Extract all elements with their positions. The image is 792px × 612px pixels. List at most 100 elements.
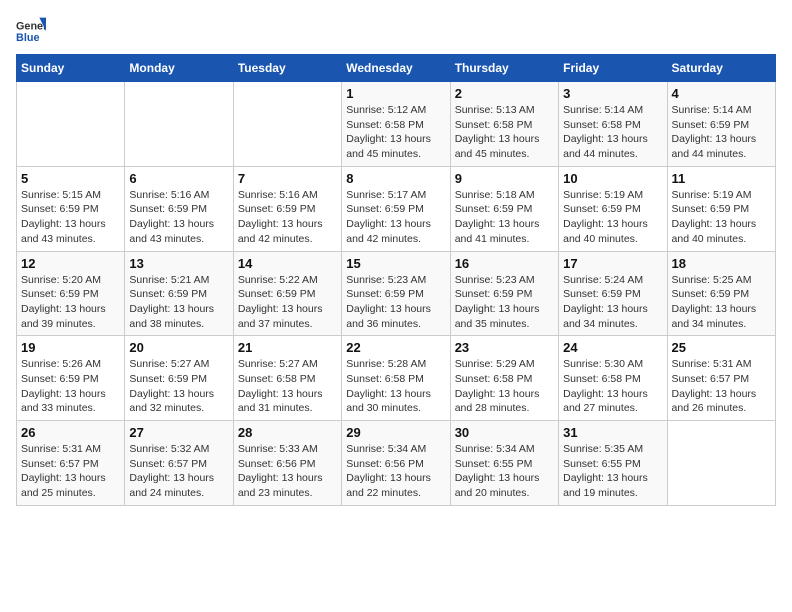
day-info: Sunrise: 5:34 AMSunset: 6:56 PMDaylight:…: [346, 442, 445, 501]
calendar-cell: 20 Sunrise: 5:27 AMSunset: 6:59 PMDayligh…: [125, 336, 233, 421]
day-number: 24: [563, 340, 662, 355]
day-info: Sunrise: 5:19 AMSunset: 6:59 PMDaylight:…: [672, 188, 771, 247]
page-header: GeneralBlue: [16, 16, 776, 46]
day-number: 11: [672, 171, 771, 186]
calendar-cell: [667, 421, 775, 506]
calendar-cell: 19Sunrise: 5:26 AMSunset: 6:59 PMDayligh…: [17, 336, 125, 421]
day-number: 31: [563, 425, 662, 440]
calendar-cell: 31 Sunrise: 5:35 AMSunset: 6:55 PMDayligh…: [559, 421, 667, 506]
calendar-cell: 23Sunrise: 5:29 AMSunset: 6:58 PMDayligh…: [450, 336, 558, 421]
day-number: 7: [238, 171, 337, 186]
day-number: 18: [672, 256, 771, 271]
weekday-header-wednesday: Wednesday: [342, 55, 450, 82]
calendar-cell: 26Sunrise: 5:31 AMSunset: 6:57 PMDayligh…: [17, 421, 125, 506]
calendar-cell: [233, 82, 341, 167]
calendar-cell: 4Sunrise: 5:14 AMSunset: 6:59 PMDaylight…: [667, 82, 775, 167]
calendar-cell: 29 Sunrise: 5:34 AMSunset: 6:56 PMDayligh…: [342, 421, 450, 506]
day-number: 8: [346, 171, 445, 186]
day-number: 5: [21, 171, 120, 186]
day-info: Sunrise: 5:21 AMSunset: 6:59 PMDaylight:…: [129, 273, 228, 332]
day-number: 27: [129, 425, 228, 440]
day-info: Sunrise: 5:20 AMSunset: 6:59 PMDaylight:…: [21, 273, 120, 332]
calendar-cell: 7 Sunrise: 5:16 AMSunset: 6:59 PMDaylight…: [233, 166, 341, 251]
calendar-cell: 21Sunrise: 5:27 AMSunset: 6:58 PMDayligh…: [233, 336, 341, 421]
calendar-cell: 28Sunrise: 5:33 AMSunset: 6:56 PMDayligh…: [233, 421, 341, 506]
calendar-cell: 16 Sunrise: 5:23 AMSunset: 6:59 PMDayligh…: [450, 251, 558, 336]
calendar-week-2: 5 Sunrise: 5:15 AMSunset: 6:59 PMDaylight…: [17, 166, 776, 251]
day-number: 30: [455, 425, 554, 440]
calendar-cell: 5 Sunrise: 5:15 AMSunset: 6:59 PMDaylight…: [17, 166, 125, 251]
day-number: 17: [563, 256, 662, 271]
weekday-header-sunday: Sunday: [17, 55, 125, 82]
weekday-header-thursday: Thursday: [450, 55, 558, 82]
day-info: Sunrise: 5:18 AMSunset: 6:59 PMDaylight:…: [455, 188, 554, 247]
calendar-week-1: 1 Sunrise: 5:12 AMSunset: 6:58 PMDaylight…: [17, 82, 776, 167]
day-info: Sunrise: 5:25 AMSunset: 6:59 PMDaylight:…: [672, 273, 771, 332]
day-number: 20: [129, 340, 228, 355]
day-info: Sunrise: 5:27 AMSunset: 6:58 PMDaylight:…: [238, 357, 337, 416]
day-number: 10: [563, 171, 662, 186]
day-info: Sunrise: 5:22 AMSunset: 6:59 PMDaylight:…: [238, 273, 337, 332]
calendar-cell: 27Sunrise: 5:32 AMSunset: 6:57 PMDayligh…: [125, 421, 233, 506]
day-number: 13: [129, 256, 228, 271]
day-info: Sunrise: 5:13 AMSunset: 6:58 PMDaylight:…: [455, 103, 554, 162]
day-number: 22: [346, 340, 445, 355]
day-info: Sunrise: 5:24 AMSunset: 6:59 PMDaylight:…: [563, 273, 662, 332]
day-number: 4: [672, 86, 771, 101]
calendar-cell: 22Sunrise: 5:28 AMSunset: 6:58 PMDayligh…: [342, 336, 450, 421]
day-number: 16: [455, 256, 554, 271]
calendar-cell: 13 Sunrise: 5:21 AMSunset: 6:59 PMDayligh…: [125, 251, 233, 336]
day-number: 1: [346, 86, 445, 101]
day-info: Sunrise: 5:26 AMSunset: 6:59 PMDaylight:…: [21, 357, 120, 416]
day-info: Sunrise: 5:16 AMSunset: 6:59 PMDaylight:…: [238, 188, 337, 247]
calendar-cell: 15Sunrise: 5:23 AMSunset: 6:59 PMDayligh…: [342, 251, 450, 336]
day-info: Sunrise: 5:29 AMSunset: 6:58 PMDaylight:…: [455, 357, 554, 416]
calendar-cell: 12 Sunrise: 5:20 AMSunset: 6:59 PMDayligh…: [17, 251, 125, 336]
day-number: 14: [238, 256, 337, 271]
day-number: 2: [455, 86, 554, 101]
calendar-cell: 25 Sunrise: 5:31 AMSunset: 6:57 PMDayligh…: [667, 336, 775, 421]
calendar-cell: [125, 82, 233, 167]
calendar-cell: 1 Sunrise: 5:12 AMSunset: 6:58 PMDaylight…: [342, 82, 450, 167]
day-info: Sunrise: 5:35 AMSunset: 6:55 PMDaylight:…: [563, 442, 662, 501]
weekday-header-tuesday: Tuesday: [233, 55, 341, 82]
day-info: Sunrise: 5:12 AMSunset: 6:58 PMDaylight:…: [346, 103, 445, 162]
day-info: Sunrise: 5:33 AMSunset: 6:56 PMDaylight:…: [238, 442, 337, 501]
logo-icon: GeneralBlue: [16, 16, 46, 46]
day-number: 25: [672, 340, 771, 355]
day-info: Sunrise: 5:30 AMSunset: 6:58 PMDaylight:…: [563, 357, 662, 416]
day-number: 29: [346, 425, 445, 440]
svg-text:Blue: Blue: [16, 32, 39, 44]
calendar-week-4: 19Sunrise: 5:26 AMSunset: 6:59 PMDayligh…: [17, 336, 776, 421]
calendar-cell: 3 Sunrise: 5:14 AMSunset: 6:58 PMDaylight…: [559, 82, 667, 167]
day-info: Sunrise: 5:23 AMSunset: 6:59 PMDaylight:…: [455, 273, 554, 332]
calendar-week-5: 26Sunrise: 5:31 AMSunset: 6:57 PMDayligh…: [17, 421, 776, 506]
day-info: Sunrise: 5:31 AMSunset: 6:57 PMDaylight:…: [672, 357, 771, 416]
weekday-header-friday: Friday: [559, 55, 667, 82]
calendar-cell: [17, 82, 125, 167]
calendar-cell: 14 Sunrise: 5:22 AMSunset: 6:59 PMDayligh…: [233, 251, 341, 336]
calendar-cell: 9 Sunrise: 5:18 AMSunset: 6:59 PMDaylight…: [450, 166, 558, 251]
day-info: Sunrise: 5:31 AMSunset: 6:57 PMDaylight:…: [21, 442, 120, 501]
day-info: Sunrise: 5:34 AMSunset: 6:55 PMDaylight:…: [455, 442, 554, 501]
calendar-cell: 24 Sunrise: 5:30 AMSunset: 6:58 PMDayligh…: [559, 336, 667, 421]
calendar-cell: 10 Sunrise: 5:19 AMSunset: 6:59 PMDayligh…: [559, 166, 667, 251]
calendar-cell: 18 Sunrise: 5:25 AMSunset: 6:59 PMDayligh…: [667, 251, 775, 336]
calendar-week-3: 12 Sunrise: 5:20 AMSunset: 6:59 PMDayligh…: [17, 251, 776, 336]
day-number: 12: [21, 256, 120, 271]
weekday-header-saturday: Saturday: [667, 55, 775, 82]
day-info: Sunrise: 5:16 AMSunset: 6:59 PMDaylight:…: [129, 188, 228, 247]
svg-text:General: General: [16, 20, 46, 32]
day-info: Sunrise: 5:19 AMSunset: 6:59 PMDaylight:…: [563, 188, 662, 247]
day-info: Sunrise: 5:17 AMSunset: 6:59 PMDaylight:…: [346, 188, 445, 247]
calendar-cell: 11 Sunrise: 5:19 AMSunset: 6:59 PMDayligh…: [667, 166, 775, 251]
day-info: Sunrise: 5:27 AMSunset: 6:59 PMDaylight:…: [129, 357, 228, 416]
day-info: Sunrise: 5:15 AMSunset: 6:59 PMDaylight:…: [21, 188, 120, 247]
day-info: Sunrise: 5:23 AMSunset: 6:59 PMDaylight:…: [346, 273, 445, 332]
day-number: 9: [455, 171, 554, 186]
calendar-cell: 30 Sunrise: 5:34 AMSunset: 6:55 PMDayligh…: [450, 421, 558, 506]
day-number: 3: [563, 86, 662, 101]
day-number: 6: [129, 171, 228, 186]
calendar-cell: 17 Sunrise: 5:24 AMSunset: 6:59 PMDayligh…: [559, 251, 667, 336]
day-info: Sunrise: 5:14 AMSunset: 6:58 PMDaylight:…: [563, 103, 662, 162]
